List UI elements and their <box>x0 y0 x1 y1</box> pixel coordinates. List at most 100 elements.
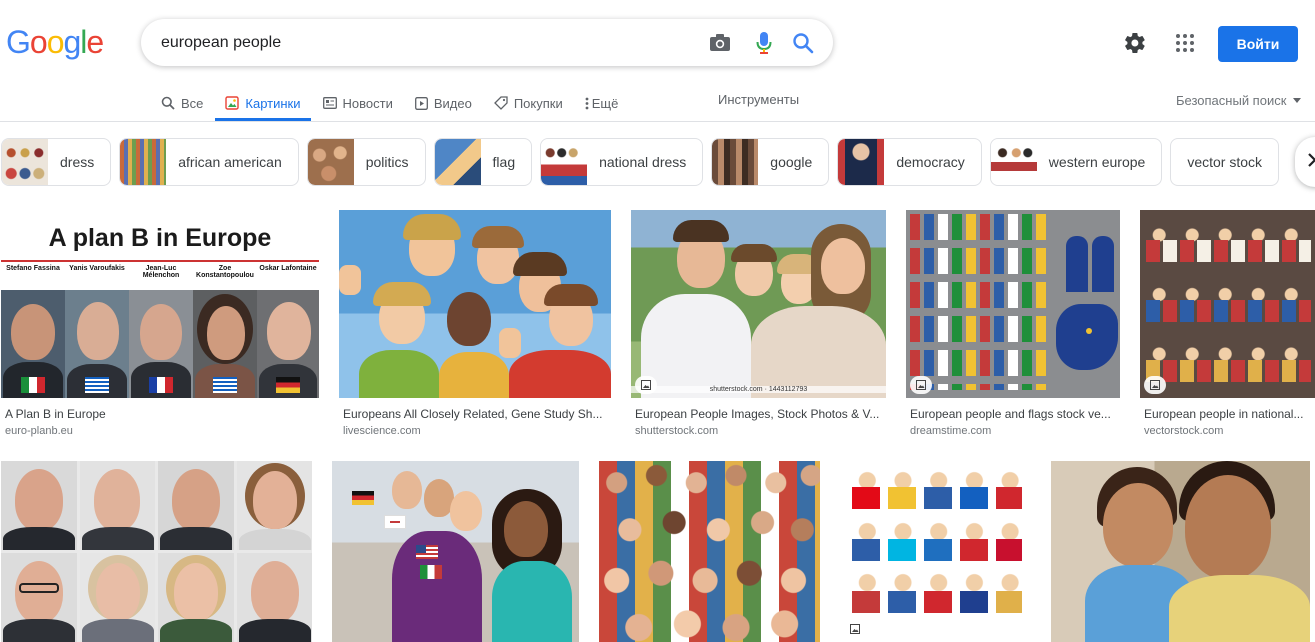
image-result[interactable]: A plan B in Europe Stefano Fassina Yanis… <box>1 210 319 442</box>
search-tabs: Все Картинки Новости Видео Покупки Ещё <box>161 86 640 121</box>
result-source: dreamstime.com <box>910 425 992 437</box>
tools-button[interactable]: Инструменты <box>718 92 799 107</box>
result-source: shutterstock.com <box>635 425 719 437</box>
chevron-right-icon <box>1307 152 1315 173</box>
microphone-icon[interactable] <box>751 30 777 56</box>
tab-label: Ещё <box>591 95 619 111</box>
result-title: European people and flags stock ve... <box>910 407 1111 421</box>
caret-down-icon <box>1293 98 1302 103</box>
result-thumbnail <box>339 210 611 398</box>
logo-letter: e <box>86 24 104 60</box>
chip-democracy[interactable]: democracy <box>837 138 982 186</box>
result-thumbnail <box>1 461 312 642</box>
sign-in-button[interactable]: Войти <box>1218 26 1298 62</box>
apps-grid-icon[interactable] <box>1172 30 1198 56</box>
watermark-text: shutterstock.com · 1443112793 <box>631 386 886 393</box>
chip-vector-stock[interactable]: vector stock <box>1170 138 1280 186</box>
tab-label: Новости <box>342 95 393 111</box>
chip-thumbnail <box>434 139 481 185</box>
related-chips: dress african american politics flag nat… <box>1 138 1287 186</box>
person-name: Oskar Lafontaine <box>259 265 317 272</box>
tab-shopping[interactable]: Покупки <box>493 86 563 120</box>
image-result[interactable]: European people and flags stock ve... dr… <box>906 210 1120 442</box>
chip-label: african american <box>178 154 282 170</box>
chips-next-button[interactable] <box>1295 137 1315 187</box>
chip-thumbnail <box>120 139 167 185</box>
tab-label: Картинки <box>245 95 301 111</box>
result-title: A Plan B in Europe <box>5 407 106 421</box>
image-result[interactable] <box>599 461 820 642</box>
image-icon <box>635 376 657 394</box>
video-icon <box>414 96 428 110</box>
chip-label: flag <box>492 154 516 170</box>
chip-label: democracy <box>896 154 965 170</box>
person-name: Stefano Fassina <box>6 265 60 272</box>
chip-label: dress <box>60 154 95 170</box>
chip-label: national dress <box>599 154 687 170</box>
result-thumbnail <box>1051 461 1310 642</box>
chip-national-dress[interactable]: national dress <box>540 138 704 186</box>
search-icon <box>161 96 175 110</box>
logo-letter: g <box>63 24 81 60</box>
chip-label: western europe <box>1048 154 1146 170</box>
tab-all[interactable]: Все <box>161 86 203 120</box>
camera-icon[interactable] <box>707 30 733 56</box>
logo-letter: o <box>29 24 48 60</box>
header-divider <box>0 121 1315 122</box>
result-thumbnail <box>840 461 1031 642</box>
chip-label: google <box>770 154 813 170</box>
image-icon <box>844 620 866 638</box>
image-result[interactable] <box>1 461 312 642</box>
tab-more[interactable]: Ещё <box>585 86 619 120</box>
chip-thumbnail <box>2 139 48 185</box>
image-result[interactable] <box>1051 461 1310 642</box>
image-result[interactable]: European people in national... vectorsto… <box>1140 210 1315 442</box>
chip-flag[interactable]: flag <box>433 138 533 186</box>
tab-label: Видео <box>433 95 472 111</box>
image-result[interactable] <box>840 461 1031 642</box>
safesearch-dropdown[interactable]: Безопасный поиск <box>1176 93 1302 108</box>
tag-icon <box>493 96 508 110</box>
image-result[interactable] <box>332 461 579 642</box>
chip-thumbnail <box>712 139 759 185</box>
chip-western-europe[interactable]: western europe <box>989 138 1163 186</box>
search-icon[interactable] <box>790 30 816 56</box>
result-source: vectorstock.com <box>1144 425 1224 437</box>
person-name: Zoe Konstantopoulou <box>196 265 254 279</box>
image-icon <box>1144 376 1166 394</box>
chip-google[interactable]: google <box>711 138 830 186</box>
image-icon <box>225 96 240 110</box>
tab-label: Покупки <box>513 95 563 111</box>
result-title: European people in national... <box>1144 407 1304 421</box>
result-source: euro-planb.eu <box>5 425 73 437</box>
news-icon <box>322 97 337 109</box>
person-name: Jean-Luc Mélenchon <box>142 265 180 279</box>
result-source: livescience.com <box>343 425 421 437</box>
more-vert-icon <box>585 97 589 110</box>
google-logo[interactable]: Google <box>6 24 104 60</box>
logo-letter: G <box>6 24 31 60</box>
gear-icon[interactable] <box>1122 30 1148 56</box>
chip-thumbnail <box>307 139 354 185</box>
result-title: European People Images, Stock Photos & V… <box>635 407 880 421</box>
image-result[interactable]: shutterstock.com · 1443112793 European P… <box>631 210 886 442</box>
tab-news[interactable]: Новости <box>322 86 393 120</box>
image-result[interactable]: Europeans All Closely Related, Gene Stud… <box>339 210 611 442</box>
safesearch-label: Безопасный поиск <box>1176 93 1287 108</box>
result-thumbnail: shutterstock.com · 1443112793 <box>631 210 886 398</box>
search-box <box>141 19 833 66</box>
result-thumbnail <box>1140 210 1315 398</box>
search-input[interactable] <box>161 31 681 55</box>
chip-label: politics <box>365 154 409 170</box>
chip-african-american[interactable]: african american <box>119 138 299 186</box>
result-thumbnail <box>599 461 820 642</box>
chip-politics[interactable]: politics <box>306 138 426 186</box>
result-thumbnail <box>906 210 1120 398</box>
tab-images[interactable]: Картинки <box>215 86 311 121</box>
tab-video[interactable]: Видео <box>414 86 472 120</box>
result-thumbnail: A plan B in Europe Stefano Fassina Yanis… <box>1 210 319 398</box>
person-name: Yanis Varoufakis <box>69 265 125 272</box>
chip-dress[interactable]: dress <box>1 138 112 186</box>
banner-title: A plan B in Europe <box>48 224 272 252</box>
chip-thumbnail <box>990 139 1037 185</box>
